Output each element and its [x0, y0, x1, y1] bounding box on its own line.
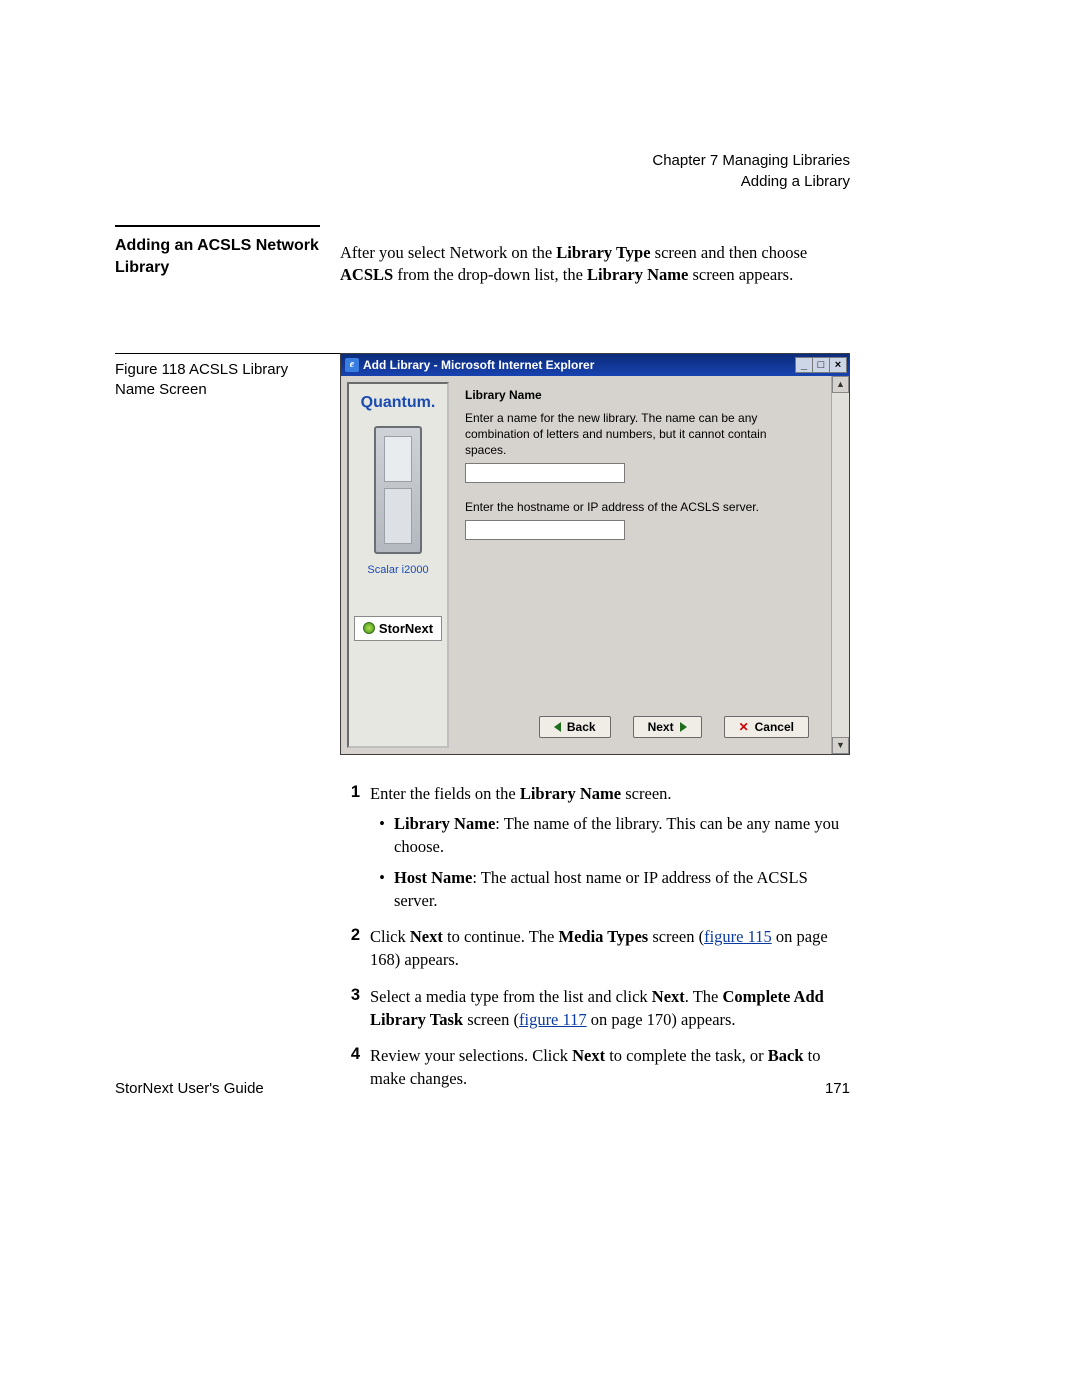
step-3: 3 Select a media type from the list and … [340, 986, 850, 1032]
scroll-up-icon[interactable]: ▲ [832, 376, 849, 393]
page-footer: StorNext User's Guide 171 [115, 1080, 850, 1097]
library-image [374, 426, 422, 554]
page-header: Chapter 7 Managing Libraries Adding a Li… [652, 150, 850, 192]
close-button[interactable]: × [829, 357, 847, 373]
back-button[interactable]: Back [539, 716, 611, 738]
footer-title: StorNext User's Guide [115, 1080, 264, 1097]
screenshot-window: e Add Library - Microsoft Internet Explo… [340, 353, 850, 755]
form-pane: Library Name Enter a name for the new li… [453, 382, 827, 748]
figure-caption: Figure 118 ACSLS Library Name Screen [115, 353, 340, 401]
bullet-library-name: • Library Name: The name of the library.… [370, 813, 850, 859]
next-button[interactable]: Next [633, 716, 702, 738]
hostname-input[interactable] [465, 520, 625, 540]
arrow-left-icon [554, 722, 561, 732]
form-desc-1: Enter a name for the new library. The na… [453, 408, 827, 459]
link-figure-117[interactable]: figure 117 [519, 1010, 587, 1029]
stornext-badge: StorNext [354, 616, 442, 641]
sidebar: Quantum. Scalar i2000 StorNext [347, 382, 449, 748]
scrollbar[interactable]: ▲ ▼ [831, 376, 849, 754]
intro-paragraph: After you select Network on the Library … [340, 242, 850, 287]
model-label: Scalar i2000 [367, 564, 428, 576]
page-number: 171 [825, 1080, 850, 1097]
step-list: 1 Enter the fields on the Library Name s… [340, 783, 850, 1091]
window-titlebar: e Add Library - Microsoft Internet Explo… [341, 354, 849, 376]
library-name-input[interactable] [465, 463, 625, 483]
arrow-right-icon [680, 722, 687, 732]
chapter-label: Chapter 7 Managing Libraries [652, 150, 850, 171]
ie-icon: e [345, 358, 359, 372]
form-desc-2: Enter the hostname or IP address of the … [453, 497, 827, 515]
bullet-host-name: • Host Name: The actual host name or IP … [370, 867, 850, 913]
scroll-down-icon[interactable]: ▼ [832, 737, 849, 754]
brand-label: Quantum. [361, 394, 436, 412]
maximize-button[interactable]: □ [812, 357, 830, 373]
step-2: 2 Click Next to continue. The Media Type… [340, 926, 850, 972]
step-1: 1 Enter the fields on the Library Name s… [340, 783, 850, 913]
window-title: Add Library - Microsoft Internet Explore… [363, 358, 796, 372]
link-figure-115[interactable]: figure 115 [704, 927, 772, 946]
x-icon: ✕ [739, 720, 749, 734]
section-label: Adding a Library [652, 171, 850, 192]
section-heading: Adding an ACSLS Network Library [115, 225, 320, 278]
globe-icon [363, 622, 375, 634]
minimize-button[interactable]: _ [795, 357, 813, 373]
cancel-button[interactable]: ✕ Cancel [724, 716, 809, 738]
form-title: Library Name [453, 382, 827, 408]
